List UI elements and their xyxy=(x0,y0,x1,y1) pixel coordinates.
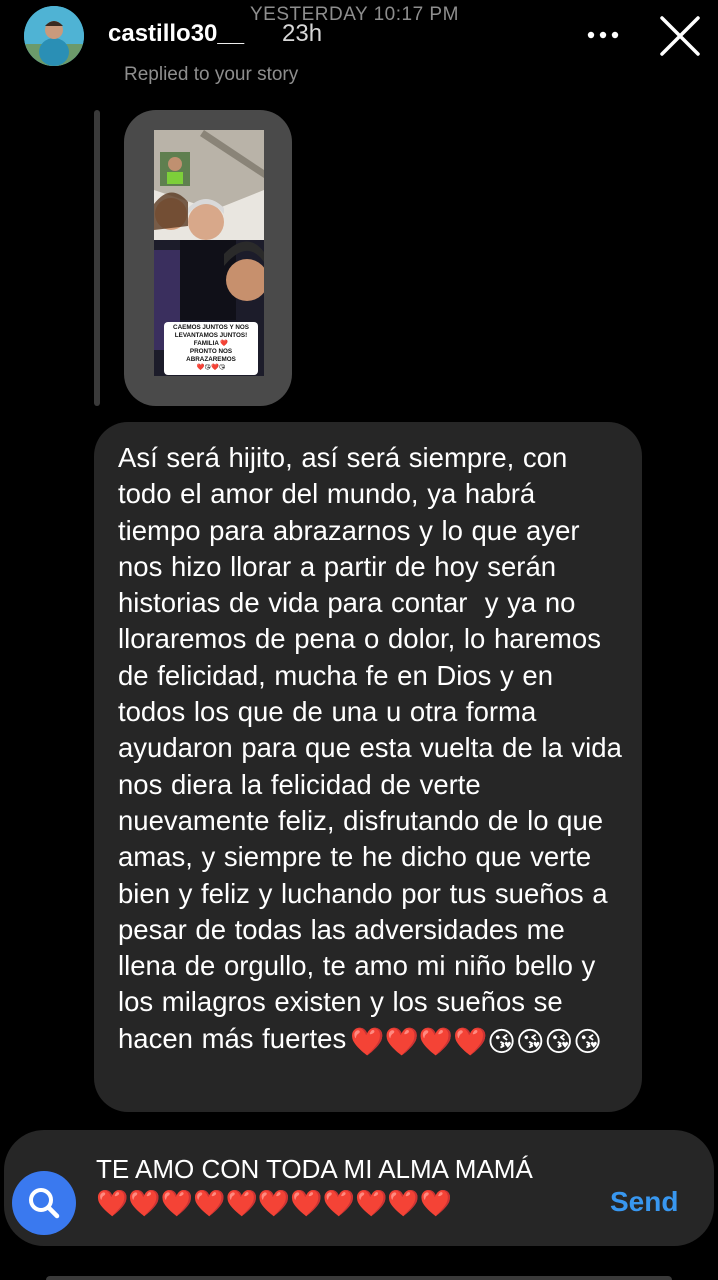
story-caption: CAEMOS JUNTOS Y NOS LEVANTAMOS JUNTOS! F… xyxy=(164,322,258,375)
message-text: Así será hijito, así será siempre, con t… xyxy=(118,440,624,1060)
time-ago: 23h xyxy=(282,20,323,47)
close-button[interactable] xyxy=(656,12,704,60)
composer-text-line: TE AMO CON TODA MI ALMA MAMÁ xyxy=(96,1154,533,1184)
story-caption-line: LEVANTAMOS JUNTOS! xyxy=(174,332,248,339)
close-icon xyxy=(660,16,700,56)
message-emojis: ❤️❤️❤️❤️😘😘😘😘 xyxy=(350,1025,602,1057)
send-button[interactable]: Send xyxy=(610,1186,678,1218)
search-icon xyxy=(29,1188,60,1219)
story-caption-line: ❤️😘❤️😘 xyxy=(196,364,226,371)
message-body: Así será hijito, así será siempre, con t… xyxy=(118,442,631,1054)
username[interactable]: castillo30__ xyxy=(108,20,244,48)
composer-input[interactable]: TE AMO CON TODA MI ALMA MAMÁ ❤️❤️❤️❤️❤️❤… xyxy=(96,1152,596,1220)
home-indicator xyxy=(46,1276,672,1280)
replied-to-story-label: Replied to your story xyxy=(124,64,299,85)
more-horizontal-icon xyxy=(587,31,619,39)
story-caption-line: FAMILIA ❤️ xyxy=(193,340,229,347)
composer-emojis: ❤️❤️❤️❤️❤️❤️❤️❤️❤️❤️❤️ xyxy=(96,1188,453,1218)
reply-quote-bar xyxy=(94,110,100,406)
dm-screen: YESTERDAY 10:17 PM castillo30__ 23h Repl… xyxy=(0,0,718,1280)
story-caption-line: CAEMOS JUNTOS Y NOS xyxy=(173,324,249,331)
more-options-button[interactable] xyxy=(580,18,626,52)
story-thumbnail[interactable]: CAEMOS JUNTOS Y NOS LEVANTAMOS JUNTOS! F… xyxy=(124,110,292,406)
search-button[interactable] xyxy=(12,1171,76,1235)
avatar-image xyxy=(24,6,84,66)
story-caption-line: ABRAZAREMOS xyxy=(186,356,236,363)
avatar[interactable] xyxy=(24,6,84,66)
story-caption-line: PRONTO NOS xyxy=(189,348,233,355)
